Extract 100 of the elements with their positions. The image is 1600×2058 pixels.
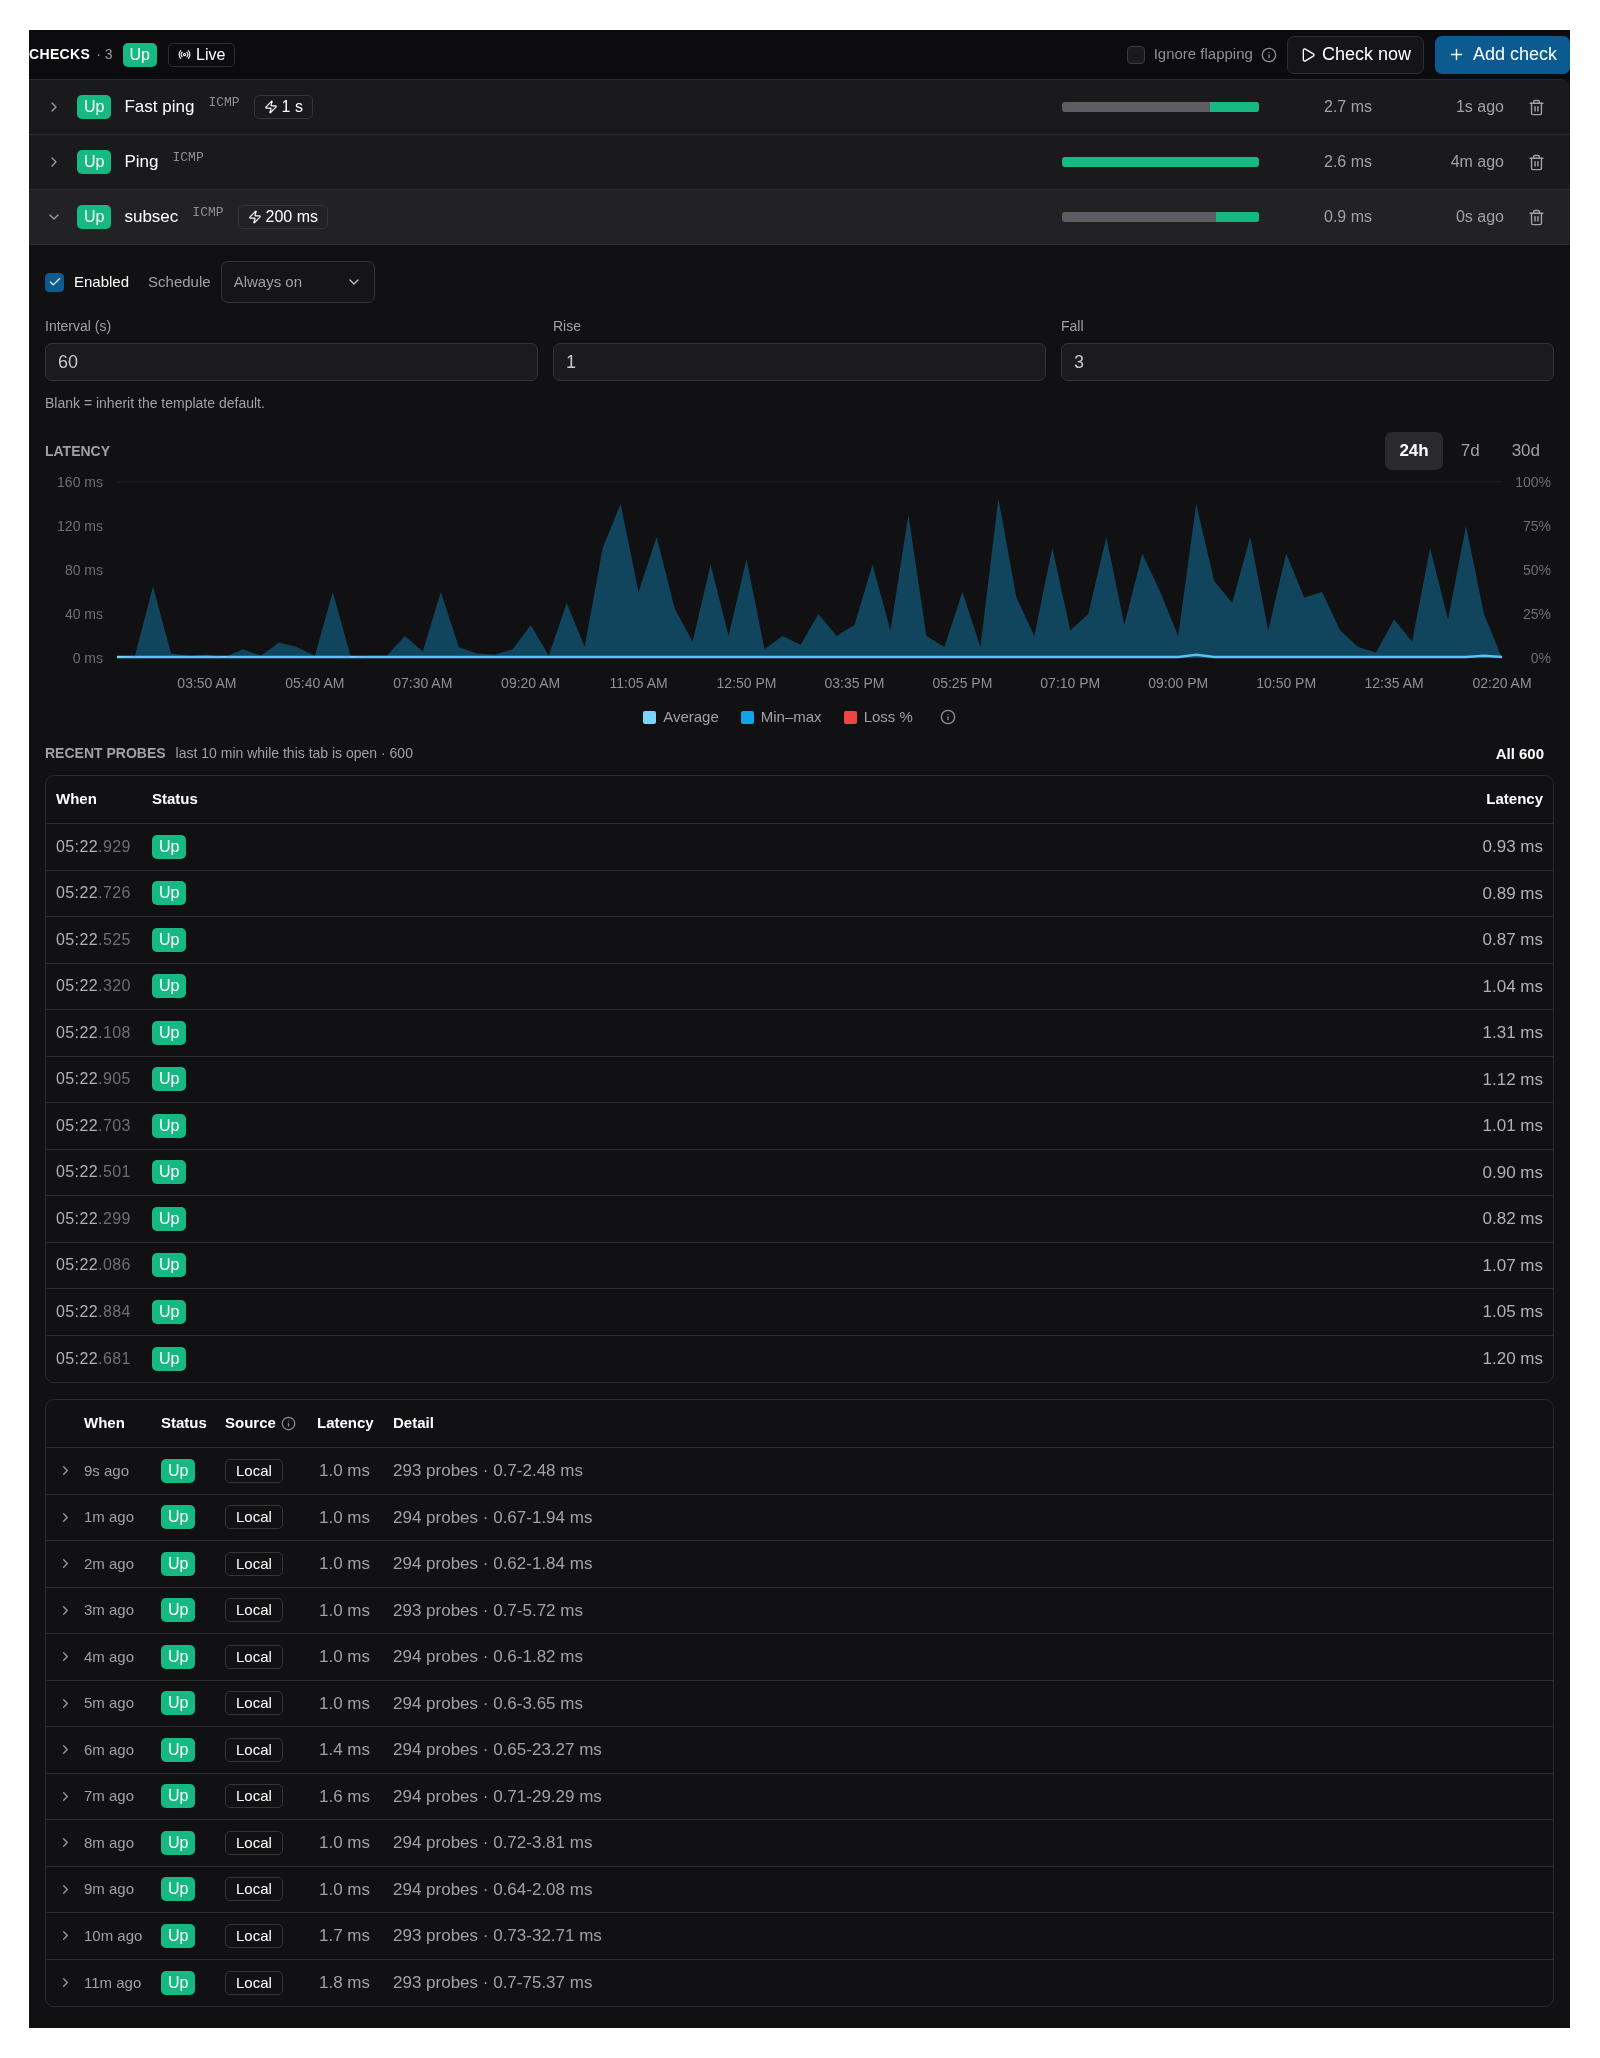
history-row[interactable]: 8m ago Up Local 1.0 ms 294 probes · 0.72-3.81 ms: [46, 1820, 1553, 1867]
probe-milliseconds: .726: [98, 883, 131, 904]
source-badge: Local: [225, 1691, 283, 1716]
latency-value: 1.20 ms: [1482, 1348, 1543, 1370]
all-link[interactable]: All 600: [1495, 742, 1544, 765]
input-field[interactable]: 1: [553, 343, 1046, 381]
axis-label: 120 ms: [57, 518, 103, 534]
probe-time: 05:22: [56, 1301, 99, 1322]
latency-value: 1.04 ms: [1482, 975, 1543, 998]
column-header: When: [56, 789, 98, 810]
status-badge: Up: [161, 1598, 196, 1623]
history-row[interactable]: 10m ago Up Local 1.7 ms 293 probes · 0.73-32.71 ms: [46, 1913, 1553, 1960]
check-now-button[interactable]: Check now: [1286, 35, 1424, 74]
range-tab[interactable]: 30d: [1497, 432, 1554, 470]
history-row[interactable]: 9s ago Up Local 1.0 ms 293 probes · 0.7-2.48 ms: [46, 1448, 1553, 1495]
axis-label: 25%: [1522, 606, 1551, 622]
status-badge: Up: [161, 1458, 196, 1483]
range-tab[interactable]: 7d: [1446, 432, 1494, 470]
latency-value: 1.05 ms: [1482, 1301, 1543, 1323]
check-count: · 3: [96, 45, 113, 64]
detail-text: 293 probes · 0.7-75.37 ms: [393, 1972, 593, 1994]
trash-icon[interactable]: [1528, 208, 1545, 226]
latency-value: 1.0 ms: [318, 1460, 372, 1482]
latency-value: 0.87 ms: [1482, 929, 1543, 951]
checkbox[interactable]: [45, 272, 64, 292]
status-badge: Up: [152, 974, 187, 999]
source-badge: Local: [225, 1598, 283, 1623]
latency-value: 1.8 ms: [318, 1972, 372, 1994]
probe-milliseconds: .884: [98, 1301, 131, 1322]
probe-milliseconds: .525: [98, 929, 131, 950]
section-title: CHECKS: [29, 45, 91, 64]
latency-value: 1.0 ms: [318, 1646, 372, 1668]
latency-value: 0.89 ms: [1482, 882, 1543, 905]
history-row[interactable]: 4m ago Up Local 1.0 ms 294 probes · 0.6-1.82 ms: [46, 1634, 1553, 1681]
status-badge: Up: [152, 1206, 187, 1231]
detail-text: 293 probes · 0.7-2.48 ms: [393, 1460, 583, 1482]
probe-milliseconds: .501: [98, 1162, 131, 1183]
latency-value: 1.31 ms: [1482, 1022, 1543, 1044]
trash-icon[interactable]: [1528, 98, 1545, 116]
check-name: subsec: [124, 206, 179, 229]
probe-milliseconds: .108: [98, 1022, 131, 1043]
trash-icon[interactable]: [1528, 153, 1545, 171]
probe-time: 05:22: [56, 1162, 99, 1183]
schedule-select[interactable]: Always on: [220, 261, 375, 303]
probe-milliseconds: .905: [98, 1069, 131, 1090]
latency-value: 2.7 ms: [1323, 97, 1372, 117]
axis-label: 40 ms: [64, 606, 103, 622]
latency-value: 1.12 ms: [1482, 1068, 1543, 1091]
add-check-button[interactable]: Add check: [1434, 35, 1570, 74]
check-row[interactable]: Up subsec ICMP 200 ms 0.9 ms 0s ago: [29, 190, 1570, 245]
history-row[interactable]: 11m ago Up Local 1.8 ms 293 probes · 0.7-75.37 ms: [46, 1959, 1553, 2006]
detail-text: 293 probes · 0.73-32.71 ms: [393, 1925, 602, 1947]
axis-label: 50%: [1522, 562, 1551, 578]
history-row[interactable]: 6m ago Up Local 1.4 ms 294 probes · 0.65-23.27 ms: [46, 1727, 1553, 1774]
status-badge: Up: [152, 834, 187, 859]
check-icon: [47, 275, 62, 289]
latency-value: 1.07 ms: [1482, 1254, 1543, 1277]
input-field[interactable]: 60: [45, 343, 538, 381]
detail-text: 294 probes · 0.72-3.81 ms: [393, 1832, 593, 1854]
check-row[interactable]: Up Ping ICMP 2.6 ms 4m ago: [29, 135, 1570, 190]
column-header: Latency: [1486, 789, 1543, 810]
relative-time: 6m ago: [84, 1739, 136, 1760]
status-badge: Up: [161, 1784, 196, 1809]
axis-label: 160 ms: [57, 474, 103, 490]
history-row[interactable]: 3m ago Up Local 1.0 ms 293 probes · 0.7-5.72 ms: [46, 1587, 1553, 1634]
info-icon[interactable]: [280, 1416, 296, 1431]
status-badge: Up: [152, 1160, 187, 1185]
check-row[interactable]: Up Fast ping ICMP 1 s 2.7 ms 1s ago: [29, 80, 1570, 135]
relative-time: 8m ago: [84, 1832, 136, 1853]
status-badge: Up: [161, 1505, 196, 1530]
probe-time: 05:22: [56, 929, 99, 950]
column-header: Latency: [317, 1413, 374, 1434]
hint-text: Blank = inherit the template default.: [45, 394, 266, 413]
input-field[interactable]: 3: [1061, 343, 1554, 381]
history-row[interactable]: 9m ago Up Local 1.0 ms 294 probes · 0.64-2.08 ms: [46, 1866, 1553, 1913]
axis-label: 11:05 AM: [609, 675, 668, 691]
latency-value: 1.0 ms: [318, 1553, 372, 1575]
history-row[interactable]: 2m ago Up Local 1.0 ms 294 probes · 0.62-1.84 ms: [46, 1541, 1553, 1588]
probe-time: 05:22: [56, 1022, 99, 1043]
status-badge: Up: [161, 1644, 196, 1669]
detail-text: 294 probes · 0.62-1.84 ms: [393, 1553, 593, 1575]
checkbox[interactable]: [1126, 45, 1145, 64]
axis-label: 07:30 AM: [393, 675, 453, 691]
info-icon[interactable]: [939, 709, 956, 726]
history-row[interactable]: 5m ago Up Local 1.0 ms 294 probes · 0.6-3.65 ms: [46, 1680, 1553, 1727]
range-tab[interactable]: 24h: [1385, 432, 1443, 470]
relative-time: 11m ago: [84, 1972, 143, 1993]
status-badge: Up: [77, 205, 112, 229]
column-header: When: [84, 1413, 125, 1434]
probe-milliseconds: .299: [98, 1208, 131, 1229]
status-badge: Up: [77, 95, 112, 119]
detail-text: 294 probes · 0.71-29.29 ms: [393, 1785, 602, 1808]
interval-badge: 1 s: [253, 95, 313, 119]
history-row[interactable]: 7m ago Up Local 1.6 ms 294 probes · 0.71-29.29 ms: [46, 1773, 1553, 1820]
status-badge: Up: [152, 1346, 187, 1371]
info-icon[interactable]: [1260, 46, 1277, 63]
status-badge: Up: [152, 1299, 187, 1324]
section-title: LATENCY: [45, 441, 111, 461]
probe-milliseconds: .086: [98, 1255, 131, 1276]
history-row[interactable]: 1m ago Up Local 1.0 ms 294 probes · 0.67-1.94 ms: [46, 1494, 1553, 1541]
